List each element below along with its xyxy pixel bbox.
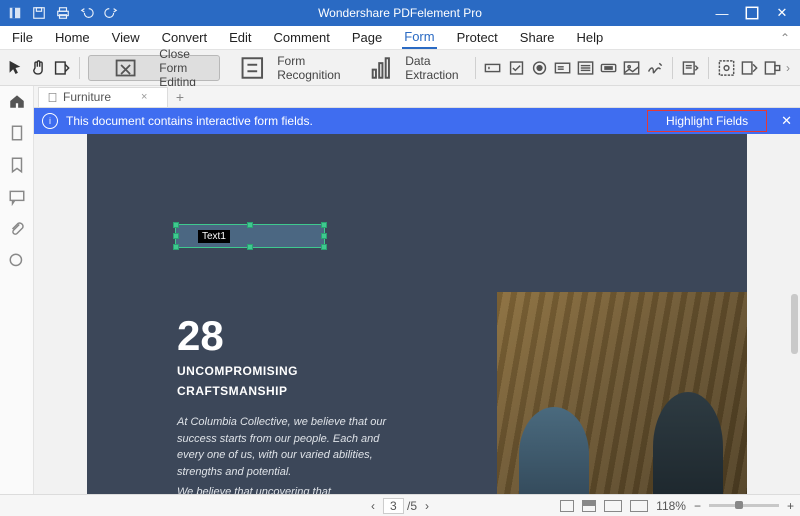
info-bar-close-icon[interactable]: ✕ (781, 113, 792, 129)
listbox-field-icon[interactable] (576, 57, 595, 79)
form-tool-c-icon[interactable] (763, 57, 782, 79)
menu-edit[interactable]: Edit (227, 27, 253, 48)
save-icon[interactable] (32, 6, 46, 20)
form-tool-b-icon[interactable] (740, 57, 759, 79)
data-extraction-button[interactable]: Data Extraction (353, 55, 467, 81)
select-tool-icon[interactable] (6, 57, 25, 79)
page-total: /5 (407, 499, 417, 513)
signature-field-icon[interactable] (645, 57, 664, 79)
zoom-in-icon[interactable]: + (787, 499, 794, 513)
collapse-ribbon-icon[interactable]: ⌃ (780, 31, 790, 45)
radio-field-icon[interactable] (530, 57, 549, 79)
ribbon: Close Form Editing Form Recognition Data… (0, 50, 800, 86)
scrollbar-thumb[interactable] (791, 294, 798, 354)
menu-convert[interactable]: Convert (160, 27, 210, 48)
app-title: Wondershare PDFelement Pro (318, 6, 482, 20)
more-fields-icon[interactable] (681, 57, 700, 79)
page-photo (497, 292, 747, 494)
menu-home[interactable]: Home (53, 27, 92, 48)
menu-help[interactable]: Help (575, 27, 606, 48)
form-info-bar: i This document contains interactive for… (34, 108, 800, 134)
maximize-button[interactable] (744, 5, 760, 21)
attachments-panel-icon[interactable] (8, 220, 26, 238)
next-page-icon[interactable]: › (425, 499, 429, 513)
document-tab[interactable]: Furniture × (38, 87, 168, 107)
left-sidebar (0, 86, 34, 494)
close-button[interactable]: ✕ (774, 5, 790, 21)
menu-comment[interactable]: Comment (272, 27, 332, 48)
print-icon[interactable] (56, 6, 70, 20)
page-body-text: At Columbia Collective, we believe that … (177, 414, 402, 480)
comments-panel-icon[interactable] (8, 188, 26, 206)
menu-bar: File Home View Convert Edit Comment Page… (0, 26, 800, 50)
highlight-fields-button[interactable]: Highlight Fields (647, 110, 767, 132)
search-panel-icon[interactable] (8, 252, 26, 270)
close-form-editing-button[interactable]: Close Form Editing (88, 55, 220, 81)
page-body-text-2: We believe that uncovering that (177, 486, 402, 494)
app-logo-icon (8, 6, 22, 20)
undo-icon[interactable] (80, 6, 94, 20)
document-tab-bar: Furniture × + (34, 86, 800, 108)
page-navigator: ‹ 3 /5 › (371, 499, 429, 513)
menu-protect[interactable]: Protect (455, 27, 500, 48)
menu-form[interactable]: Form (402, 26, 436, 49)
minimize-button[interactable]: ― (714, 5, 730, 21)
hand-tool-icon[interactable] (29, 57, 48, 79)
menu-page[interactable]: Page (350, 27, 384, 48)
pdf-page: Text1 28 UNCOMPROMISINGCRAFTSMANSHIP At … (87, 134, 747, 494)
view-two-page-icon[interactable] (604, 500, 622, 512)
page-big-number: 28 (177, 312, 224, 360)
thumbnails-panel-icon[interactable] (8, 124, 26, 142)
zoom-out-icon[interactable]: − (694, 499, 701, 513)
current-page[interactable]: 3 (383, 498, 404, 514)
view-continuous-icon[interactable] (582, 500, 596, 512)
menu-share[interactable]: Share (518, 27, 557, 48)
ribbon-overflow-icon[interactable]: › (786, 61, 794, 75)
document-canvas[interactable]: Text1 28 UNCOMPROMISINGCRAFTSMANSHIP At … (34, 134, 800, 494)
new-tab-button[interactable]: + (172, 89, 188, 105)
form-recognition-button[interactable]: Form Recognition (224, 55, 349, 81)
form-tool-a-icon[interactable] (717, 57, 736, 79)
image-field-icon[interactable] (622, 57, 641, 79)
menu-file[interactable]: File (10, 27, 35, 48)
zoom-level[interactable]: 118% (656, 499, 686, 513)
checkbox-field-icon[interactable] (507, 57, 526, 79)
view-single-icon[interactable] (560, 500, 574, 512)
prev-page-icon[interactable]: ‹ (371, 499, 375, 513)
status-bar: ‹ 3 /5 › 118% − + (0, 494, 800, 516)
info-message: This document contains interactive form … (66, 114, 313, 128)
field-label: Text1 (198, 230, 230, 243)
home-panel-icon[interactable] (8, 92, 26, 110)
view-two-continuous-icon[interactable] (630, 500, 648, 512)
button-field-icon[interactable] (599, 57, 618, 79)
bookmarks-panel-icon[interactable] (8, 156, 26, 174)
combobox-field-icon[interactable] (553, 57, 572, 79)
title-bar: Wondershare PDFelement Pro ― ✕ (0, 0, 800, 26)
zoom-slider[interactable] (709, 504, 779, 507)
tab-label: Furniture (63, 90, 111, 104)
page-heading: UNCOMPROMISINGCRAFTSMANSHIP (177, 360, 298, 401)
tab-close-icon[interactable]: × (141, 91, 147, 103)
form-text-field[interactable]: Text1 (175, 224, 325, 248)
text-field-icon[interactable] (483, 57, 502, 79)
redo-icon[interactable] (104, 6, 118, 20)
edit-tool-icon[interactable] (52, 57, 71, 79)
menu-view[interactable]: View (110, 27, 142, 48)
info-icon: i (42, 113, 58, 129)
